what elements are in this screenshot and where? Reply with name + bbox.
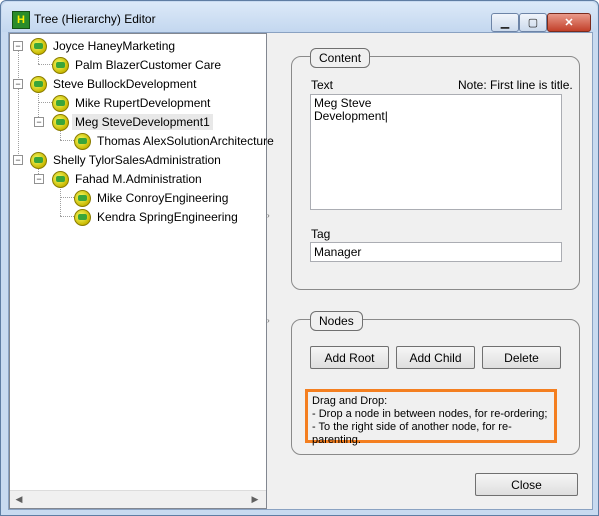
- tree-view[interactable]: − Joyce HaneyMarketing Palm BlazerCustom…: [9, 33, 274, 509]
- scroll-left-icon[interactable]: ◀: [14, 494, 24, 504]
- tree-node[interactable]: Fahad M.Administration: [52, 170, 205, 188]
- tree-node-label: Fahad M.Administration: [75, 172, 202, 186]
- tree-node[interactable]: Thomas AlexSolutionArchitecture: [74, 132, 277, 150]
- add-root-button[interactable]: Add Root: [310, 346, 389, 369]
- tree-node-label: Shelly TylorSalesAdministration: [53, 153, 221, 167]
- scroll-right-icon[interactable]: ▶: [250, 494, 260, 504]
- person-node-icon: [52, 170, 69, 188]
- tree-node-label: Palm BlazerCustomer Care: [75, 58, 222, 72]
- tree-node[interactable]: Steve BullockDevelopment: [30, 75, 199, 93]
- text-label: Text: [311, 78, 334, 92]
- tree-node[interactable]: Palm BlazerCustomer Care: [52, 56, 224, 74]
- person-node-icon: [52, 56, 69, 74]
- person-node-icon: [74, 208, 91, 226]
- tree-node[interactable]: Kendra SpringEngineering: [74, 208, 241, 226]
- tree-connector: [60, 197, 74, 198]
- splitter-grip-icon[interactable]: ›: [267, 211, 270, 220]
- title-bar[interactable]: H Tree (Hierarchy) Editor ▁ ▢ ✕: [2, 2, 597, 32]
- tag-label: Tag: [311, 227, 331, 241]
- maximize-icon: ▢: [527, 17, 539, 29]
- tree-node[interactable]: Mike ConroyEngineering: [74, 189, 231, 207]
- person-node-icon: [74, 189, 91, 207]
- tree-node-label: Joyce HaneyMarketing: [53, 39, 176, 53]
- tree-connector: [60, 140, 74, 141]
- tag-input[interactable]: Manager: [310, 242, 562, 262]
- nodes-group: Nodes Add Root Add Child Delete Drag and…: [291, 311, 580, 455]
- app-icon: H: [12, 11, 30, 29]
- tree-node[interactable]: Shelly TylorSalesAdministration: [30, 151, 224, 169]
- person-node-icon: [52, 113, 69, 131]
- hint-line: Drag and Drop:: [312, 395, 388, 407]
- tree-node-selected[interactable]: Meg SteveDevelopment1: [52, 113, 213, 131]
- tree-connector: [38, 64, 52, 65]
- hint-line: - To the right side of another node, for…: [312, 421, 512, 446]
- person-node-icon: [30, 37, 47, 55]
- tree-node[interactable]: Mike RupertDevelopment: [52, 94, 213, 112]
- tree-connector: [38, 102, 52, 103]
- person-node-icon: [52, 94, 69, 112]
- tree-connector: [60, 216, 74, 217]
- tree-node-label: Kendra SpringEngineering: [97, 210, 238, 224]
- tree-node-label: Thomas AlexSolutionArchitecture: [97, 134, 274, 148]
- person-node-icon: [30, 151, 47, 169]
- client-area: − Joyce HaneyMarketing Palm BlazerCustom…: [8, 32, 593, 510]
- person-node-icon: [30, 75, 47, 93]
- collapse-toggle[interactable]: −: [34, 174, 44, 184]
- maximize-button[interactable]: ▢: [519, 13, 547, 32]
- nodes-group-legend: Nodes: [310, 311, 363, 331]
- person-node-icon: [74, 132, 91, 150]
- collapse-toggle[interactable]: −: [13, 41, 23, 51]
- content-group: Content Text Note: First line is title. …: [291, 48, 580, 290]
- tree-connector: [18, 42, 19, 160]
- tree-node-label: Meg SteveDevelopment1: [72, 114, 213, 130]
- editor-window: H Tree (Hierarchy) Editor ▁ ▢ ✕ − Joyce …: [0, 0, 599, 516]
- collapse-toggle[interactable]: −: [13, 155, 23, 165]
- collapse-toggle[interactable]: −: [13, 79, 23, 89]
- drag-drop-hint: Drag and Drop: - Drop a node in between …: [305, 389, 557, 446]
- minimize-button[interactable]: ▁: [491, 13, 519, 32]
- tree-node[interactable]: Joyce HaneyMarketing: [30, 37, 178, 55]
- text-input[interactable]: Meg Steve Development|: [310, 94, 562, 210]
- minimize-icon: ▁: [500, 17, 510, 29]
- tree-node-label: Mike RupertDevelopment: [75, 96, 211, 110]
- close-icon: ✕: [564, 17, 574, 29]
- window-title: Tree (Hierarchy) Editor: [34, 12, 156, 26]
- collapse-toggle[interactable]: −: [34, 117, 44, 127]
- tree-node-label: Steve BullockDevelopment: [53, 77, 197, 91]
- hint-line: - Drop a node in between nodes, for re-o…: [312, 408, 548, 420]
- content-group-legend: Content: [310, 48, 371, 68]
- close-button[interactable]: Close: [475, 473, 578, 496]
- add-child-button[interactable]: Add Child: [396, 346, 475, 369]
- title-note: Note: First line is title.: [458, 78, 573, 92]
- tree-connector: [60, 186, 61, 216]
- splitter-grip-icon[interactable]: ›: [267, 316, 270, 325]
- tree-node-label: Mike ConroyEngineering: [97, 191, 229, 205]
- close-window-button[interactable]: ✕: [547, 13, 591, 32]
- delete-button[interactable]: Delete: [482, 346, 561, 369]
- horizontal-scrollbar[interactable]: ◀ ▶: [10, 490, 266, 508]
